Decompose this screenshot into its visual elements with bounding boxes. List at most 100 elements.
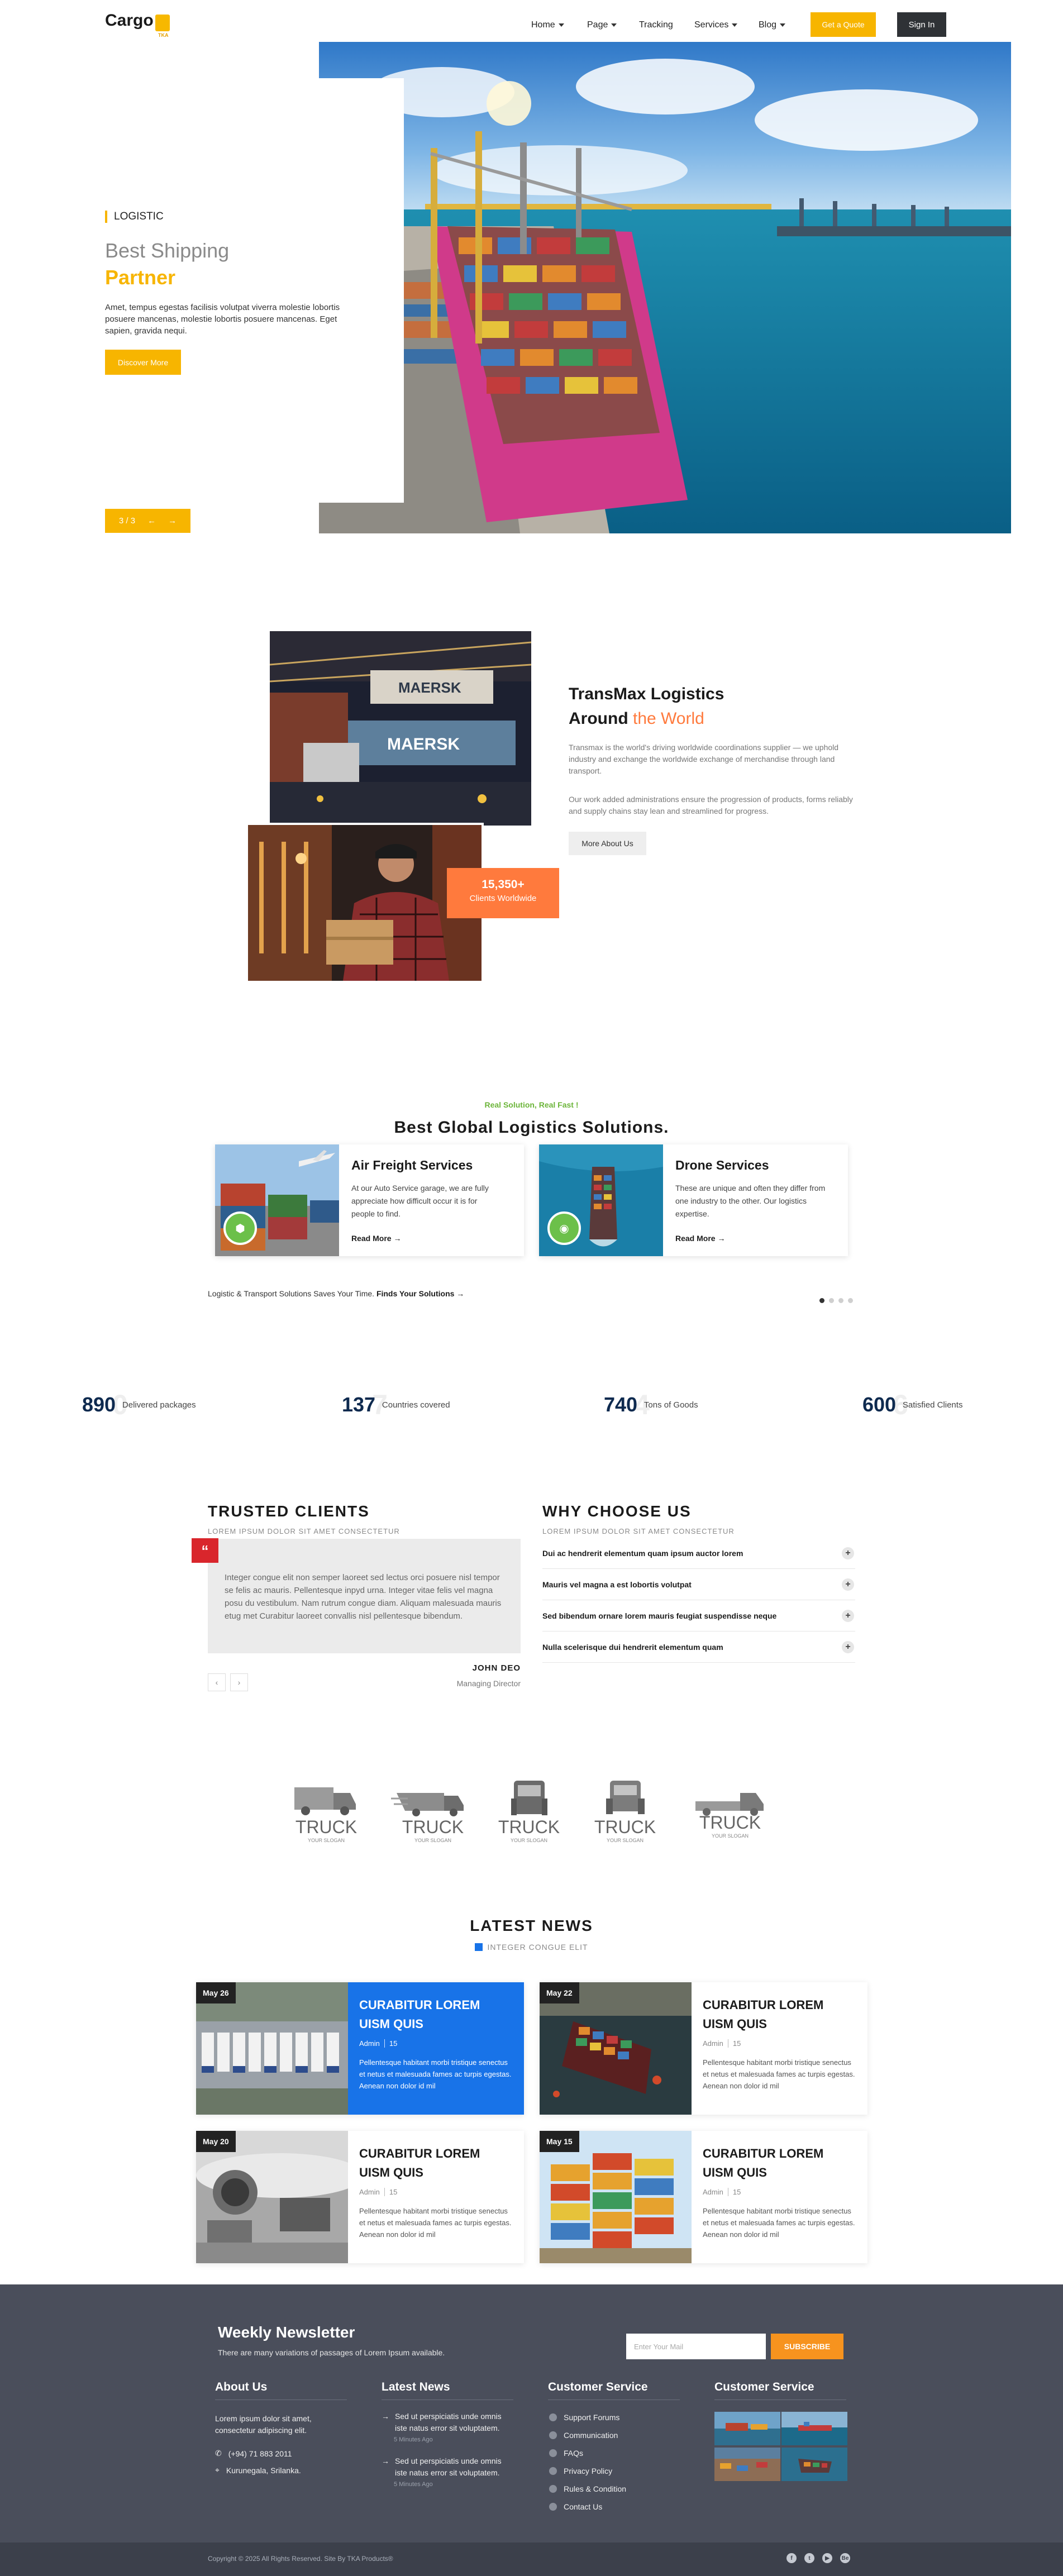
service-card-drone[interactable]: ◉ Drone Services These are unique and of…: [539, 1144, 848, 1256]
plus-icon[interactable]: +: [842, 1547, 854, 1559]
news-author: Admin: [703, 2039, 723, 2048]
footer-link-label: Rules & Condition: [564, 2484, 627, 2493]
arrow-right-icon[interactable]: →: [168, 516, 177, 526]
newsletter-email-input[interactable]: Enter Your Mail: [626, 2334, 766, 2359]
footer-link-contact[interactable]: Contact Us: [549, 2502, 602, 2511]
site-footer: [0, 2284, 1063, 2542]
gallery-thumbnail[interactable]: [714, 2412, 780, 2445]
footer-latest-text: Sed ut perspiciatis unde omnis iste natu…: [395, 2412, 502, 2432]
partner-logo[interactable]: TRUCK YOUR SLOGAN: [585, 1776, 666, 1849]
news-title[interactable]: CURABITUR LOREM UISM QUIS: [359, 1996, 513, 2034]
news-date: May 20: [196, 2131, 236, 2152]
about-paragraph-2: Our work added administrations ensure th…: [569, 795, 853, 815]
more-about-us-button[interactable]: More About Us: [569, 832, 646, 855]
partner-logo[interactable]: TRUCK YOUR SLOGAN: [286, 1776, 367, 1849]
news-title[interactable]: CURABITUR LOREM UISM QUIS: [703, 1996, 856, 2034]
service-card-air-freight[interactable]: ⬢ Air Freight Services At our Auto Servi…: [215, 1144, 524, 1256]
site-logo[interactable]: Cargo: [105, 11, 154, 30]
news-excerpt: Pellentesque habitant morbi tristique se…: [359, 2207, 512, 2239]
accordion-item[interactable]: Sed bibendum ornare lorem mauris feugiat…: [542, 1601, 855, 1632]
get-quote-button[interactable]: Get a Quote: [811, 12, 876, 37]
stat-tons-of-goods: 740 4 Tons of Goods: [604, 1389, 698, 1421]
why-choose-us-subtitle: LOREM IPSUM DOLOR SIT AMET CONSECTETUR: [542, 1527, 735, 1535]
testimonial-next-button[interactable]: ›: [230, 1673, 248, 1691]
sign-in-button[interactable]: Sign In: [897, 12, 946, 37]
footer-latest-item[interactable]: → Sed ut perspiciatis unde omnis iste nat…: [382, 2411, 513, 2443]
accordion-item[interactable]: Nulla scelerisque dui hendrerit elementu…: [542, 1632, 855, 1663]
footer-latest-title: Latest News: [382, 2381, 513, 2400]
plus-icon[interactable]: +: [842, 1578, 854, 1591]
gallery-thumbnail[interactable]: [781, 2448, 847, 2481]
nav-tracking-label: Tracking: [639, 20, 673, 30]
nav-tracking[interactable]: Tracking: [639, 20, 673, 30]
partner-logo[interactable]: TRUCK YOUR SLOGAN: [489, 1776, 570, 1849]
youtube-icon[interactable]: ▶: [822, 2553, 832, 2563]
accordion-item[interactable]: Mauris vel magna a est lobortis volutpat…: [542, 1570, 855, 1600]
location-pin-icon: ⌖: [215, 2465, 220, 2474]
subscribe-button[interactable]: SUBSCRIBE: [771, 2334, 843, 2359]
testimonial-prev-button[interactable]: ‹: [208, 1673, 226, 1691]
footer-latest-item[interactable]: → Sed ut perspiciatis unde omnis iste nat…: [382, 2455, 513, 2488]
discover-more-button[interactable]: Discover More: [105, 350, 181, 375]
accordion-title: Mauris vel magna a est lobortis volutpat: [542, 1580, 692, 1589]
twitter-icon[interactable]: t: [804, 2553, 814, 2563]
news-card[interactable]: May 26 CURABITUR LOREM UISM QUIS Admin 15…: [196, 1982, 524, 2115]
news-card[interactable]: May 15 CURABITUR LOREM UISM QUIS Admin 15…: [540, 2131, 867, 2263]
plus-icon[interactable]: +: [842, 1641, 854, 1653]
chat-icon: [549, 2431, 557, 2439]
footer-link-faqs[interactable]: FAQs: [549, 2449, 583, 2458]
trusted-clients-subtitle: LOREM IPSUM DOLOR SIT AMET CONSECTETUR: [208, 1527, 400, 1535]
footer-about-text: Lorem ipsum dolor sit amet, consectetur …: [215, 2414, 312, 2435]
nav-home[interactable]: Home: [531, 20, 564, 30]
news-card[interactable]: May 22 CURABITUR LOREM UISM QUIS Admin 15…: [540, 1982, 867, 2115]
warehouse-containers-image: MAERSK MAERSK: [270, 631, 531, 826]
partner-logo-slogan: YOUR SLOGAN: [308, 1838, 345, 1843]
news-card[interactable]: May 20 CURABITUR LOREM UISM QUIS Admin 15…: [196, 2131, 524, 2263]
gallery-thumbnail[interactable]: [714, 2448, 780, 2481]
footer-link-rules[interactable]: Rules & Condition: [549, 2484, 626, 2493]
hero-slider-pager: 3 / 3 ← →: [105, 509, 190, 533]
footer-about-title: About Us: [215, 2381, 347, 2400]
arrow-right-icon: →: [717, 1234, 726, 1243]
newsletter-title: Weekly Newsletter: [218, 2324, 355, 2341]
partner-logo[interactable]: TRUCK YOUR SLOGAN: [690, 1776, 771, 1849]
carousel-dot[interactable]: [829, 1298, 834, 1303]
arrow-left-icon[interactable]: ←: [147, 516, 156, 526]
accordion-item[interactable]: Dui ac hendrerit elementum quam ipsum au…: [542, 1538, 855, 1569]
stat-countries-covered: 137 7 Countries covered: [342, 1389, 450, 1421]
footer-link-label: Contact Us: [564, 2502, 603, 2511]
wrench-icon: [549, 2485, 557, 2493]
gallery-thumbnail[interactable]: [781, 2412, 847, 2445]
services-title: Best Global Logistics Solutions.: [394, 1118, 669, 1137]
nav-blog[interactable]: Blog: [759, 20, 786, 30]
carousel-dot[interactable]: [819, 1298, 824, 1303]
footer-link-label: FAQs: [564, 2449, 584, 2458]
services-carousel-dots: [819, 1298, 853, 1303]
stat-label: Delivered packages: [122, 1400, 196, 1410]
box-icon: ⬢: [223, 1211, 257, 1245]
partner-logo[interactable]: TRUCK YOUR SLOGAN: [391, 1776, 472, 1849]
trusted-clients-title: TRUSTED CLIENTS: [208, 1502, 370, 1520]
footer-link-privacy[interactable]: Privacy Policy: [549, 2467, 612, 2475]
arrow-right-icon: →: [393, 1234, 402, 1243]
news-title[interactable]: CURABITUR LOREM UISM QUIS: [359, 2144, 513, 2182]
read-more-link[interactable]: Read More →: [675, 1234, 725, 1243]
read-more-label: Read More: [675, 1234, 716, 1243]
square-icon: [475, 1943, 483, 1951]
nav-page[interactable]: Page: [587, 20, 617, 30]
carousel-dot[interactable]: [838, 1298, 843, 1303]
footer-link-support[interactable]: Support Forums: [549, 2413, 619, 2422]
latest-news-title: LATEST NEWS: [470, 1917, 593, 1934]
news-excerpt: Pellentesque habitant morbi tristique se…: [359, 2058, 512, 2090]
behance-icon[interactable]: Be: [840, 2553, 850, 2563]
find-solutions-link[interactable]: Finds Your Solutions →: [376, 1289, 464, 1298]
read-more-link[interactable]: Read More →: [351, 1234, 401, 1243]
carousel-dot[interactable]: [848, 1298, 853, 1303]
slide-counter: 3 / 3: [118, 516, 136, 526]
footer-link-communication[interactable]: Communication: [549, 2431, 618, 2440]
nav-services[interactable]: Services: [694, 20, 738, 30]
plus-icon[interactable]: +: [842, 1610, 854, 1622]
news-title[interactable]: CURABITUR LOREM UISM QUIS: [703, 2144, 856, 2182]
facebook-icon[interactable]: f: [786, 2553, 797, 2563]
footer-link-label: Privacy Policy: [564, 2467, 613, 2475]
